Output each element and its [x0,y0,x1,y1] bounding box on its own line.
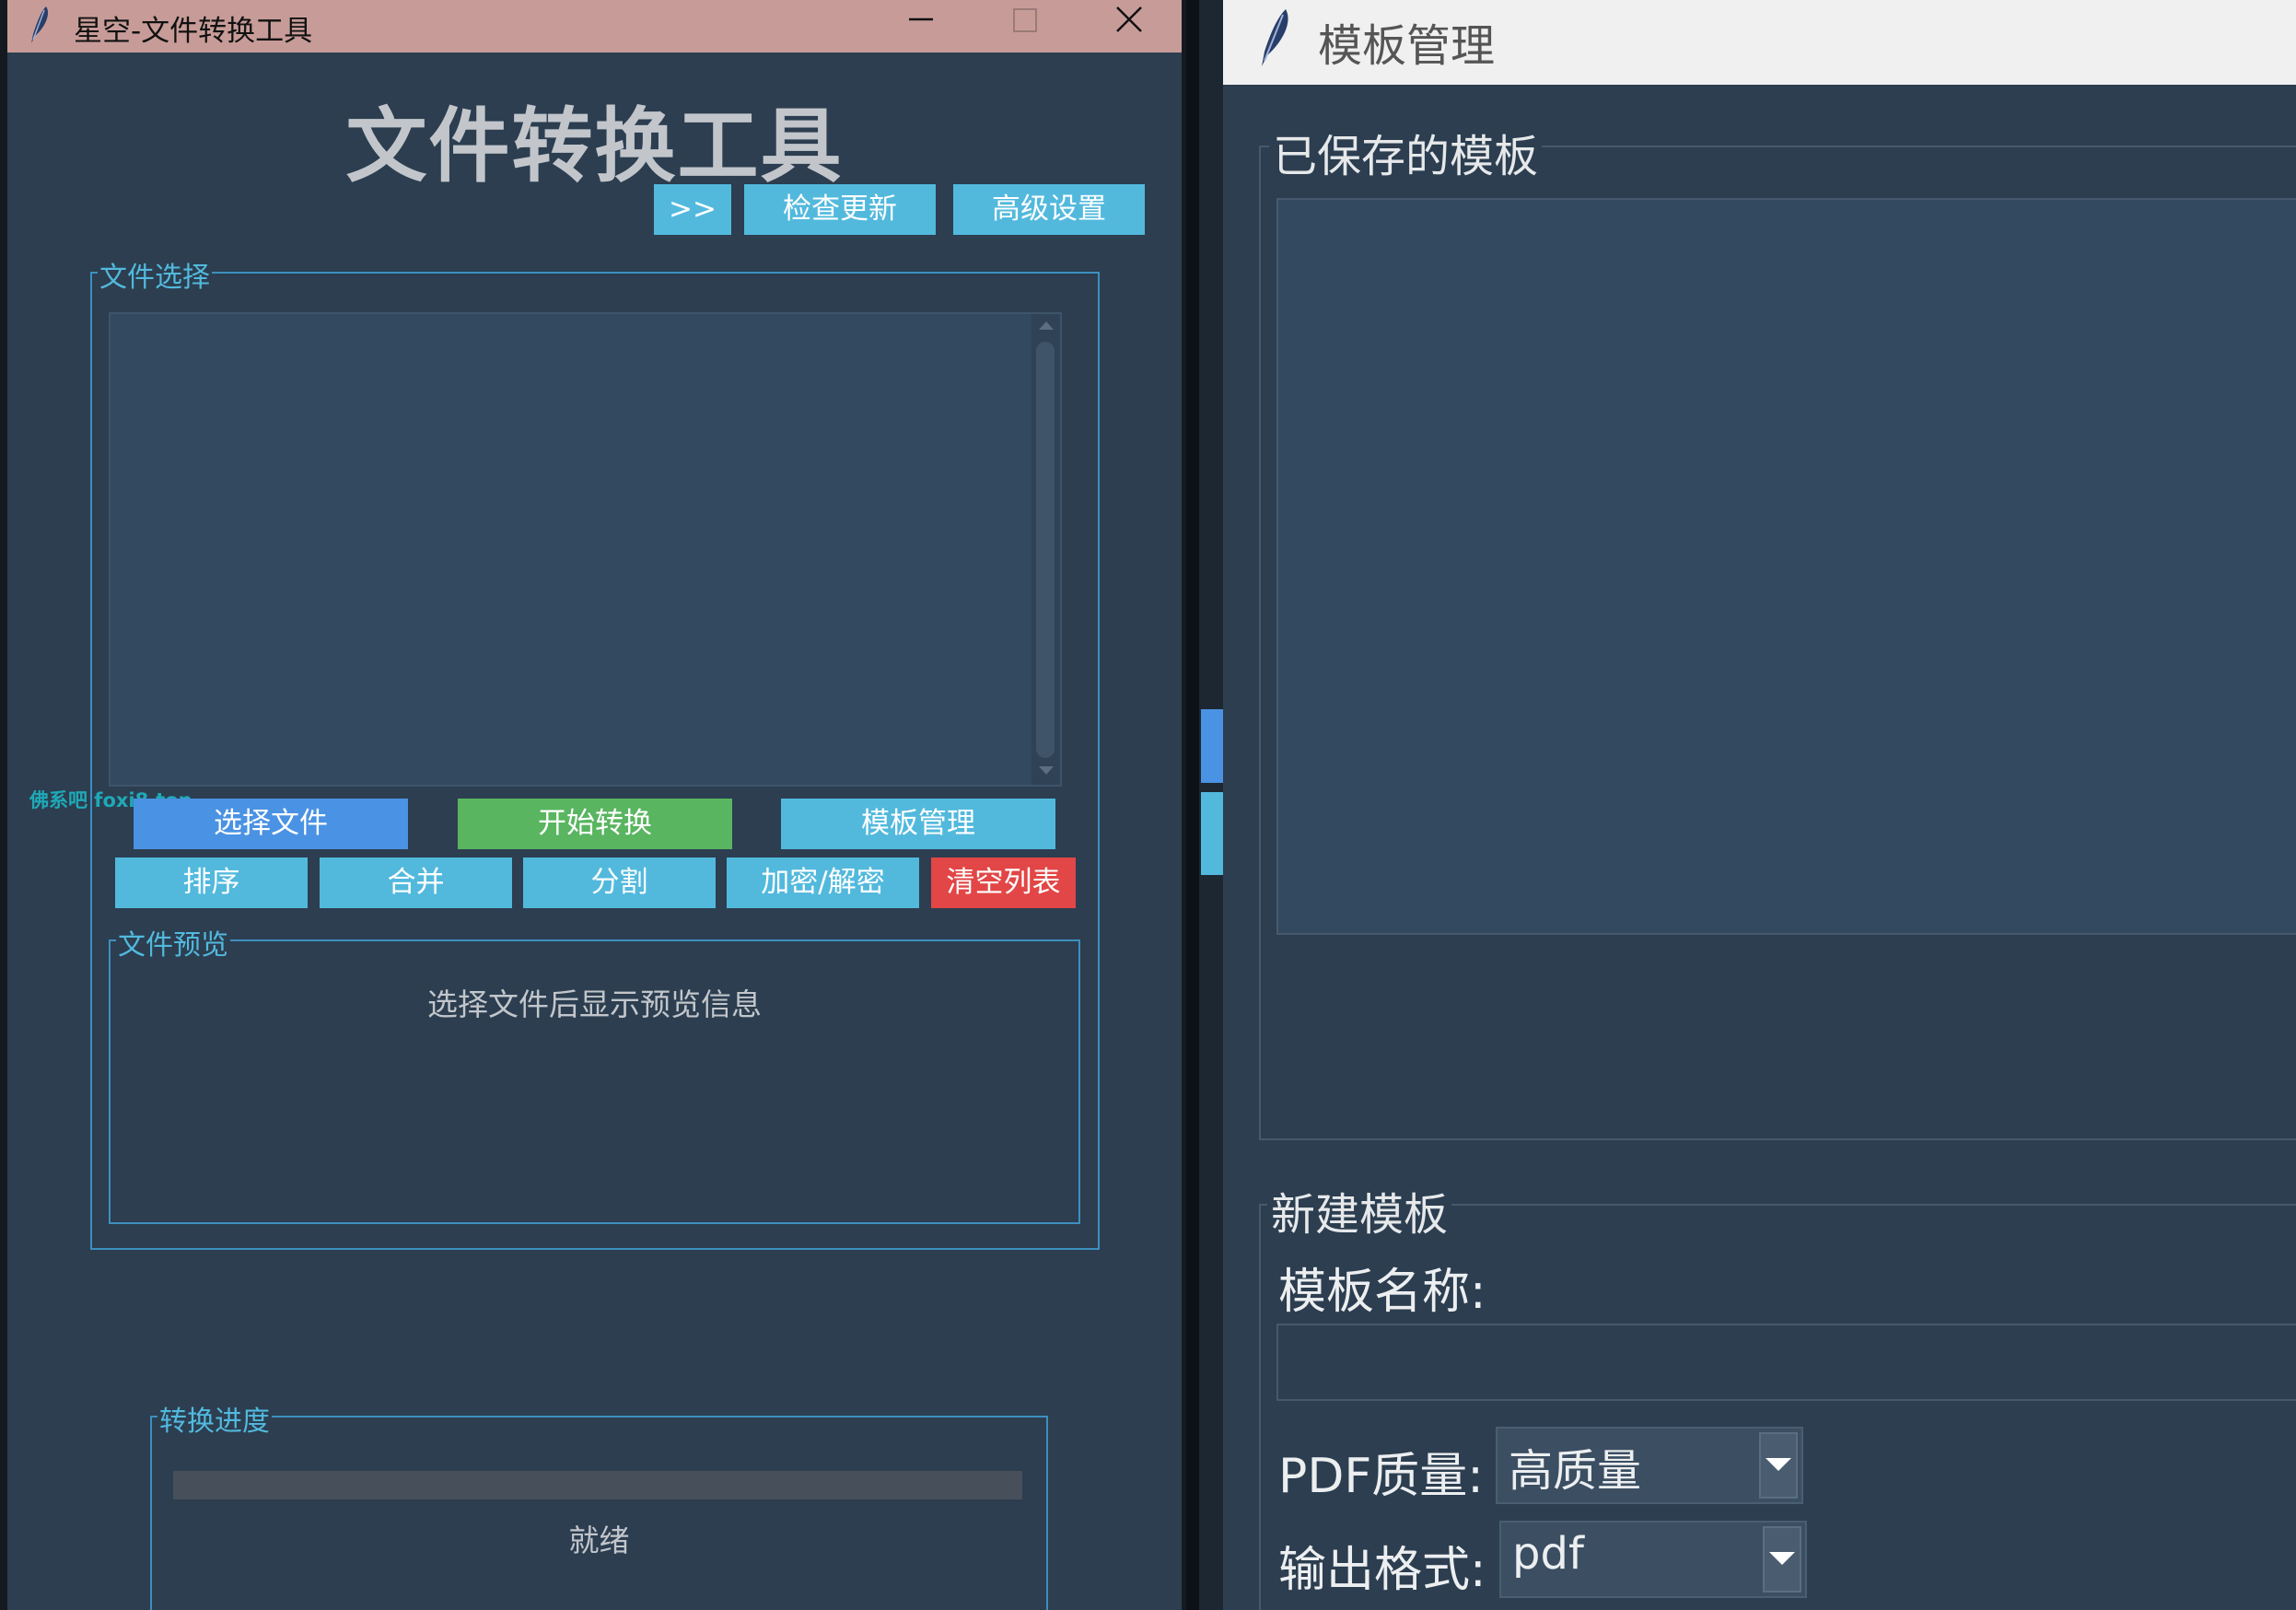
maximize-button[interactable] [973,0,1077,52]
output-format-select[interactable]: pdf [1499,1521,1807,1598]
encrypt-decrypt-button[interactable]: 加密/解密 [727,858,919,908]
background-button-fragment [1201,709,1223,783]
split-button[interactable]: 分割 [523,858,716,908]
start-convert-button[interactable]: 开始转换 [458,799,732,849]
template-window-titlebar[interactable]: 模板管理 [1223,0,2296,85]
progress-status: 就绪 [568,1522,630,1558]
progress-bar [173,1471,1022,1499]
main-window-titlebar[interactable]: 星空-文件转换工具 [7,0,1182,52]
pdf-quality-select[interactable]: 高质量 [1496,1427,1803,1504]
advanced-settings-button[interactable]: 高级设置 [953,184,1145,235]
preview-placeholder: 选择文件后显示预览信息 [427,986,762,1022]
file-preview-label: 文件预览 [116,922,230,962]
template-name-label: 模板名称: [1278,1265,1486,1320]
file-selection-label: 文件选择 [98,254,212,295]
saved-templates-list[interactable] [1276,198,2296,935]
template-name-input[interactable] [1276,1324,2296,1401]
output-format-value: pdf [1512,1528,1584,1580]
pdf-quality-label: PDF质量: [1278,1449,1484,1504]
scroll-up-icon[interactable] [1038,320,1055,331]
window-divider [1186,0,1199,1610]
pdf-quality-dropdown-button[interactable] [1759,1432,1798,1499]
close-button[interactable] [1078,0,1181,52]
app-title: 文件转换工具 [345,99,844,193]
minimize-button[interactable] [870,0,973,52]
progress-label: 转换进度 [157,1398,272,1439]
main-window: 星空-文件转换工具 文件转换工具 >> 检查更新 高级设置 文件选择 佛系吧 f… [7,0,1182,1610]
clear-list-button[interactable]: 清空列表 [931,858,1076,908]
chevron-down-icon [1769,1552,1795,1565]
background-button-fragment [1201,792,1223,875]
feather-app-icon [31,6,49,43]
merge-button[interactable]: 合并 [320,858,512,908]
chevron-down-icon [1766,1458,1791,1471]
pdf-quality-value: 高质量 [1509,1445,1642,1497]
background-window-strip [1186,0,1223,1610]
check-update-button[interactable]: 检查更新 [744,184,936,235]
expand-button[interactable]: >> [654,184,731,235]
output-format-label: 输出格式: [1278,1543,1486,1598]
scroll-thumb[interactable] [1036,342,1055,758]
close-icon [1116,6,1142,32]
file-list[interactable] [109,312,1062,787]
template-window-title: 模板管理 [1318,20,1496,72]
maximize-icon [1013,8,1037,32]
feather-app-icon [1262,9,1288,66]
output-format-dropdown-button[interactable] [1763,1526,1801,1592]
progress-group [150,1416,1048,1610]
sort-button[interactable]: 排序 [115,858,308,908]
saved-templates-label: 已保存的模板 [1269,120,1543,184]
minimize-icon [909,18,933,21]
scroll-down-icon[interactable] [1038,765,1055,776]
template-manage-button[interactable]: 模板管理 [781,799,1055,849]
template-window: 模板管理 已保存的模板 新建模板 模板名称: PDF质量: 高质量 输出格式: … [1223,0,2296,1610]
main-window-title: 星空-文件转换工具 [74,15,313,48]
file-list-scrollbar[interactable] [1031,314,1060,785]
select-files-button[interactable]: 选择文件 [134,799,408,849]
new-template-label: 新建模板 [1267,1178,1452,1242]
